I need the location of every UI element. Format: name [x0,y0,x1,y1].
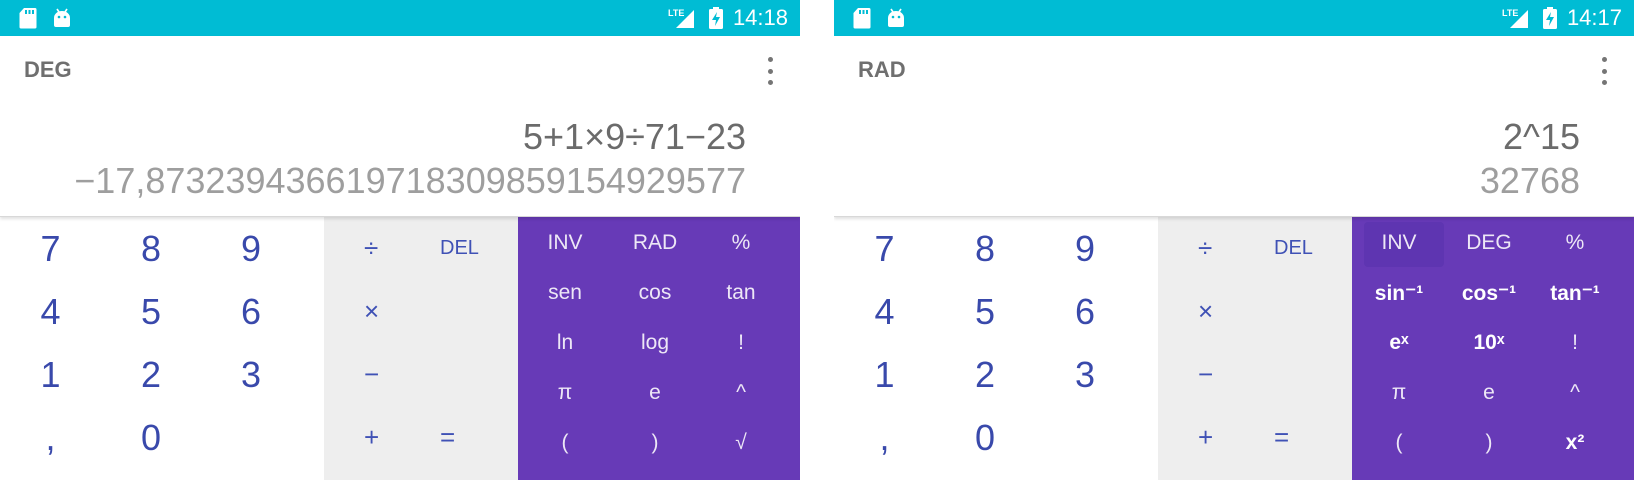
angle-toggle-button[interactable]: DEG [1446,218,1532,268]
factorial-button[interactable]: ! [698,318,784,368]
lte-signal-icon: LTE [1502,6,1530,30]
decimal-comma-button[interactable]: , [834,406,935,469]
exp-button[interactable]: eˣ [1352,318,1446,368]
digit-4-button[interactable]: 4 [0,280,101,343]
sine-button[interactable]: sen [518,268,612,318]
battery-charging-icon [704,6,728,30]
digit-3-button[interactable]: 3 [201,343,301,406]
digit-1-button[interactable]: 1 [834,343,935,406]
digit-2-button[interactable]: 2 [101,343,201,406]
digit-7-button[interactable]: 7 [0,217,101,280]
calculator-display: DEG 5+1×9÷71−23 −17,87323943661971830985… [0,36,800,217]
power-button[interactable]: ^ [1532,368,1618,418]
svg-text:LTE: LTE [668,8,684,18]
digit-6-button[interactable]: 6 [1035,280,1135,343]
ten-power-button[interactable]: 10ˣ [1446,318,1532,368]
digit-1-button[interactable]: 1 [0,343,101,406]
arctangent-button[interactable]: tan⁻¹ [1532,268,1618,318]
plus-button[interactable]: + [324,406,440,469]
inv-button[interactable]: INV [1352,218,1446,268]
inv-label: INV [1381,231,1417,254]
pi-button[interactable]: π [1352,368,1446,418]
svg-text:LTE: LTE [1502,8,1518,18]
sd-card-icon [16,6,40,30]
android-icon [50,6,74,30]
left-paren-button[interactable]: ( [1352,418,1446,468]
minus-button[interactable]: − [1158,343,1274,406]
multiply-button[interactable]: × [1158,280,1274,343]
digit-0-button[interactable]: 0 [101,406,201,469]
digit-8-button[interactable]: 8 [101,217,201,280]
digit-9-button[interactable]: 9 [1035,217,1135,280]
percent-button[interactable]: % [1532,218,1618,268]
digit-7-button[interactable]: 7 [834,217,935,280]
arccosine-button[interactable]: cos⁻¹ [1446,268,1532,318]
right-paren-button[interactable]: ) [1446,418,1532,468]
status-time: 14:17 [1566,5,1622,30]
equals-button[interactable]: = [1274,406,1352,469]
power-button[interactable]: ^ [698,368,784,418]
factorial-button[interactable]: ! [1532,318,1618,368]
euler-button[interactable]: e [1446,368,1532,418]
right-paren-button[interactable]: ) [612,418,698,468]
square-button[interactable]: x² [1532,418,1618,468]
digit-5-button[interactable]: 5 [101,280,201,343]
battery-charging-icon [1538,6,1562,30]
percent-button[interactable]: % [698,218,784,268]
overflow-menu-icon[interactable] [1598,57,1610,85]
numeric-pad: 7 8 9 4 5 6 1 2 3 , 0 [834,217,1158,480]
calculator-display: RAD 2^15 32768 [834,36,1634,217]
inv-button[interactable]: INV [518,218,612,268]
multiply-button[interactable]: × [324,280,440,343]
advanced-pad: INV RAD % sen cos tan ln log ! π e ^ ( )… [518,217,800,480]
pi-button[interactable]: π [518,368,612,418]
minus-button[interactable]: − [324,343,440,406]
digit-8-button[interactable]: 8 [935,217,1035,280]
cosine-button[interactable]: cos [612,268,698,318]
log-button[interactable]: log [612,318,698,368]
result-text: 32768 [1479,160,1580,201]
digit-3-button[interactable]: 3 [1035,343,1135,406]
calculator-screen-deg: LTE 14:18 DEG 5+1×9÷71−23 −17,8732394366… [0,0,800,480]
status-bar: LTE 14:18 [0,0,800,36]
sd-card-icon [850,6,874,30]
numeric-pad: 7 8 9 4 5 6 1 2 3 , 0 [0,217,324,480]
ln-button[interactable]: ln [518,318,612,368]
digit-5-button[interactable]: 5 [935,280,1035,343]
formula-text[interactable]: 2^15 [1503,116,1580,158]
sqrt-button[interactable]: √ [698,418,784,468]
digit-9-button[interactable]: 9 [201,217,301,280]
angle-mode-label: RAD [858,57,906,82]
status-time: 14:18 [732,5,788,30]
status-bar: LTE 14:17 [834,0,1634,36]
divide-button[interactable]: ÷ [324,217,440,280]
arcsine-button[interactable]: sin⁻¹ [1352,268,1446,318]
divide-button[interactable]: ÷ [1158,217,1274,280]
operator-pad: ÷ DEL × − + = [324,217,518,480]
plus-button[interactable]: + [1158,406,1274,469]
operator-pad: ÷ DEL × − + = [1158,217,1352,480]
equals-button[interactable]: = [440,406,518,469]
calculator-screen-rad: LTE 14:17 RAD 2^15 32768 7 8 9 4 5 6 1 2… [834,0,1634,480]
euler-button[interactable]: e [612,368,698,418]
android-icon [884,6,908,30]
decimal-comma-button[interactable]: , [0,406,101,469]
digit-4-button[interactable]: 4 [834,280,935,343]
digit-6-button[interactable]: 6 [201,280,301,343]
angle-mode-label: DEG [24,57,72,82]
digit-2-button[interactable]: 2 [935,343,1035,406]
delete-button[interactable]: DEL [440,217,518,280]
overflow-menu-icon[interactable] [764,57,776,85]
formula-text[interactable]: 5+1×9÷71−23 [523,116,746,158]
tangent-button[interactable]: tan [698,268,784,318]
digit-0-button[interactable]: 0 [935,406,1035,469]
angle-toggle-button[interactable]: RAD [612,218,698,268]
left-paren-button[interactable]: ( [518,418,612,468]
result-text: −17,873239436619718309859154929577 [74,160,746,201]
advanced-pad: INV DEG % sin⁻¹ cos⁻¹ tan⁻¹ eˣ 10ˣ ! π e… [1352,217,1634,480]
lte-signal-icon: LTE [668,6,696,30]
delete-button[interactable]: DEL [1274,217,1352,280]
